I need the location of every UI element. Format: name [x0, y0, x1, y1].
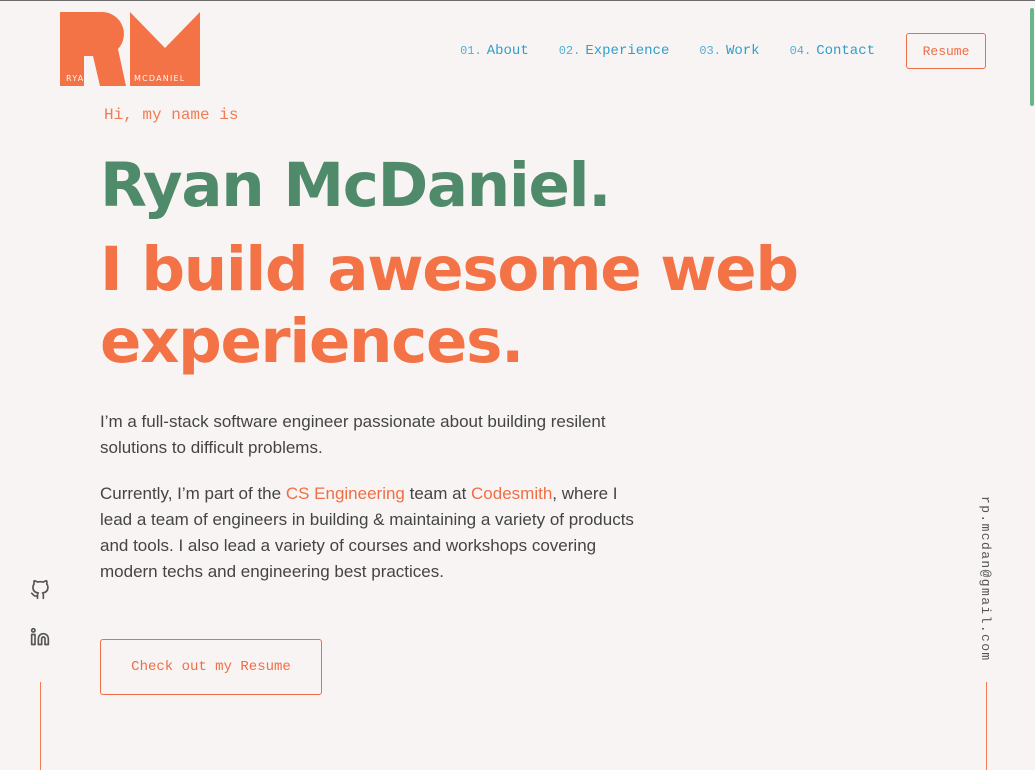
intro-text: team at	[404, 484, 472, 503]
email-link[interactable]: rp.mcdan@gmail.com	[978, 496, 993, 662]
window-top-border	[0, 0, 1035, 1]
check-resume-button[interactable]: Check out my Resume	[100, 639, 322, 695]
hero-tagline: I build awesome web experiences.	[100, 234, 800, 378]
nav-link-experience[interactable]: 02. Experience	[559, 43, 670, 59]
nav-link-contact[interactable]: 04. Contact	[790, 43, 875, 59]
nav-link-about[interactable]: 01. About	[460, 43, 529, 59]
site-logo[interactable]: RYAN MCDANIEL	[60, 12, 200, 86]
resume-button[interactable]: Resume	[906, 33, 986, 69]
nav-link-work[interactable]: 03. Work	[699, 43, 759, 59]
intro-text: Currently, I’m part of the	[100, 484, 286, 503]
intro-paragraph-2: Currently, I’m part of the CS Engineerin…	[100, 481, 645, 585]
logo-first-name: RYAN	[66, 74, 92, 83]
scrollbar-thumb[interactable]	[1030, 8, 1034, 106]
nav-number: 02.	[558, 44, 581, 58]
email-divider-line	[986, 682, 987, 770]
social-divider-line	[40, 682, 41, 770]
intro-paragraph-1: I’m a full-stack software engineer passi…	[100, 412, 606, 457]
nav-number: 01.	[460, 44, 482, 58]
main-nav: 01. About 02. Experience 03. Work 04. Co…	[460, 32, 986, 70]
codesmith-link[interactable]: Codesmith	[471, 484, 552, 503]
linkedin-icon[interactable]	[30, 627, 50, 647]
hero-name: Ryan McDaniel.	[100, 150, 611, 221]
github-icon[interactable]	[30, 580, 50, 600]
nav-number: 03.	[699, 44, 721, 58]
hero-tagline-line-2: experiences.	[100, 306, 524, 377]
logo-last-name: MCDANIEL	[134, 74, 186, 83]
nav-label: About	[486, 43, 529, 59]
nav-number: 04.	[789, 44, 812, 58]
nav-label: Work	[725, 43, 760, 59]
nav-label: Experience	[585, 43, 670, 59]
cs-engineering-link[interactable]: CS Engineering	[286, 484, 405, 503]
hero-tagline-line-1: I build awesome web	[100, 234, 799, 305]
nav-label: Contact	[816, 43, 875, 59]
hero-greeting: Hi, my name is	[104, 106, 239, 124]
